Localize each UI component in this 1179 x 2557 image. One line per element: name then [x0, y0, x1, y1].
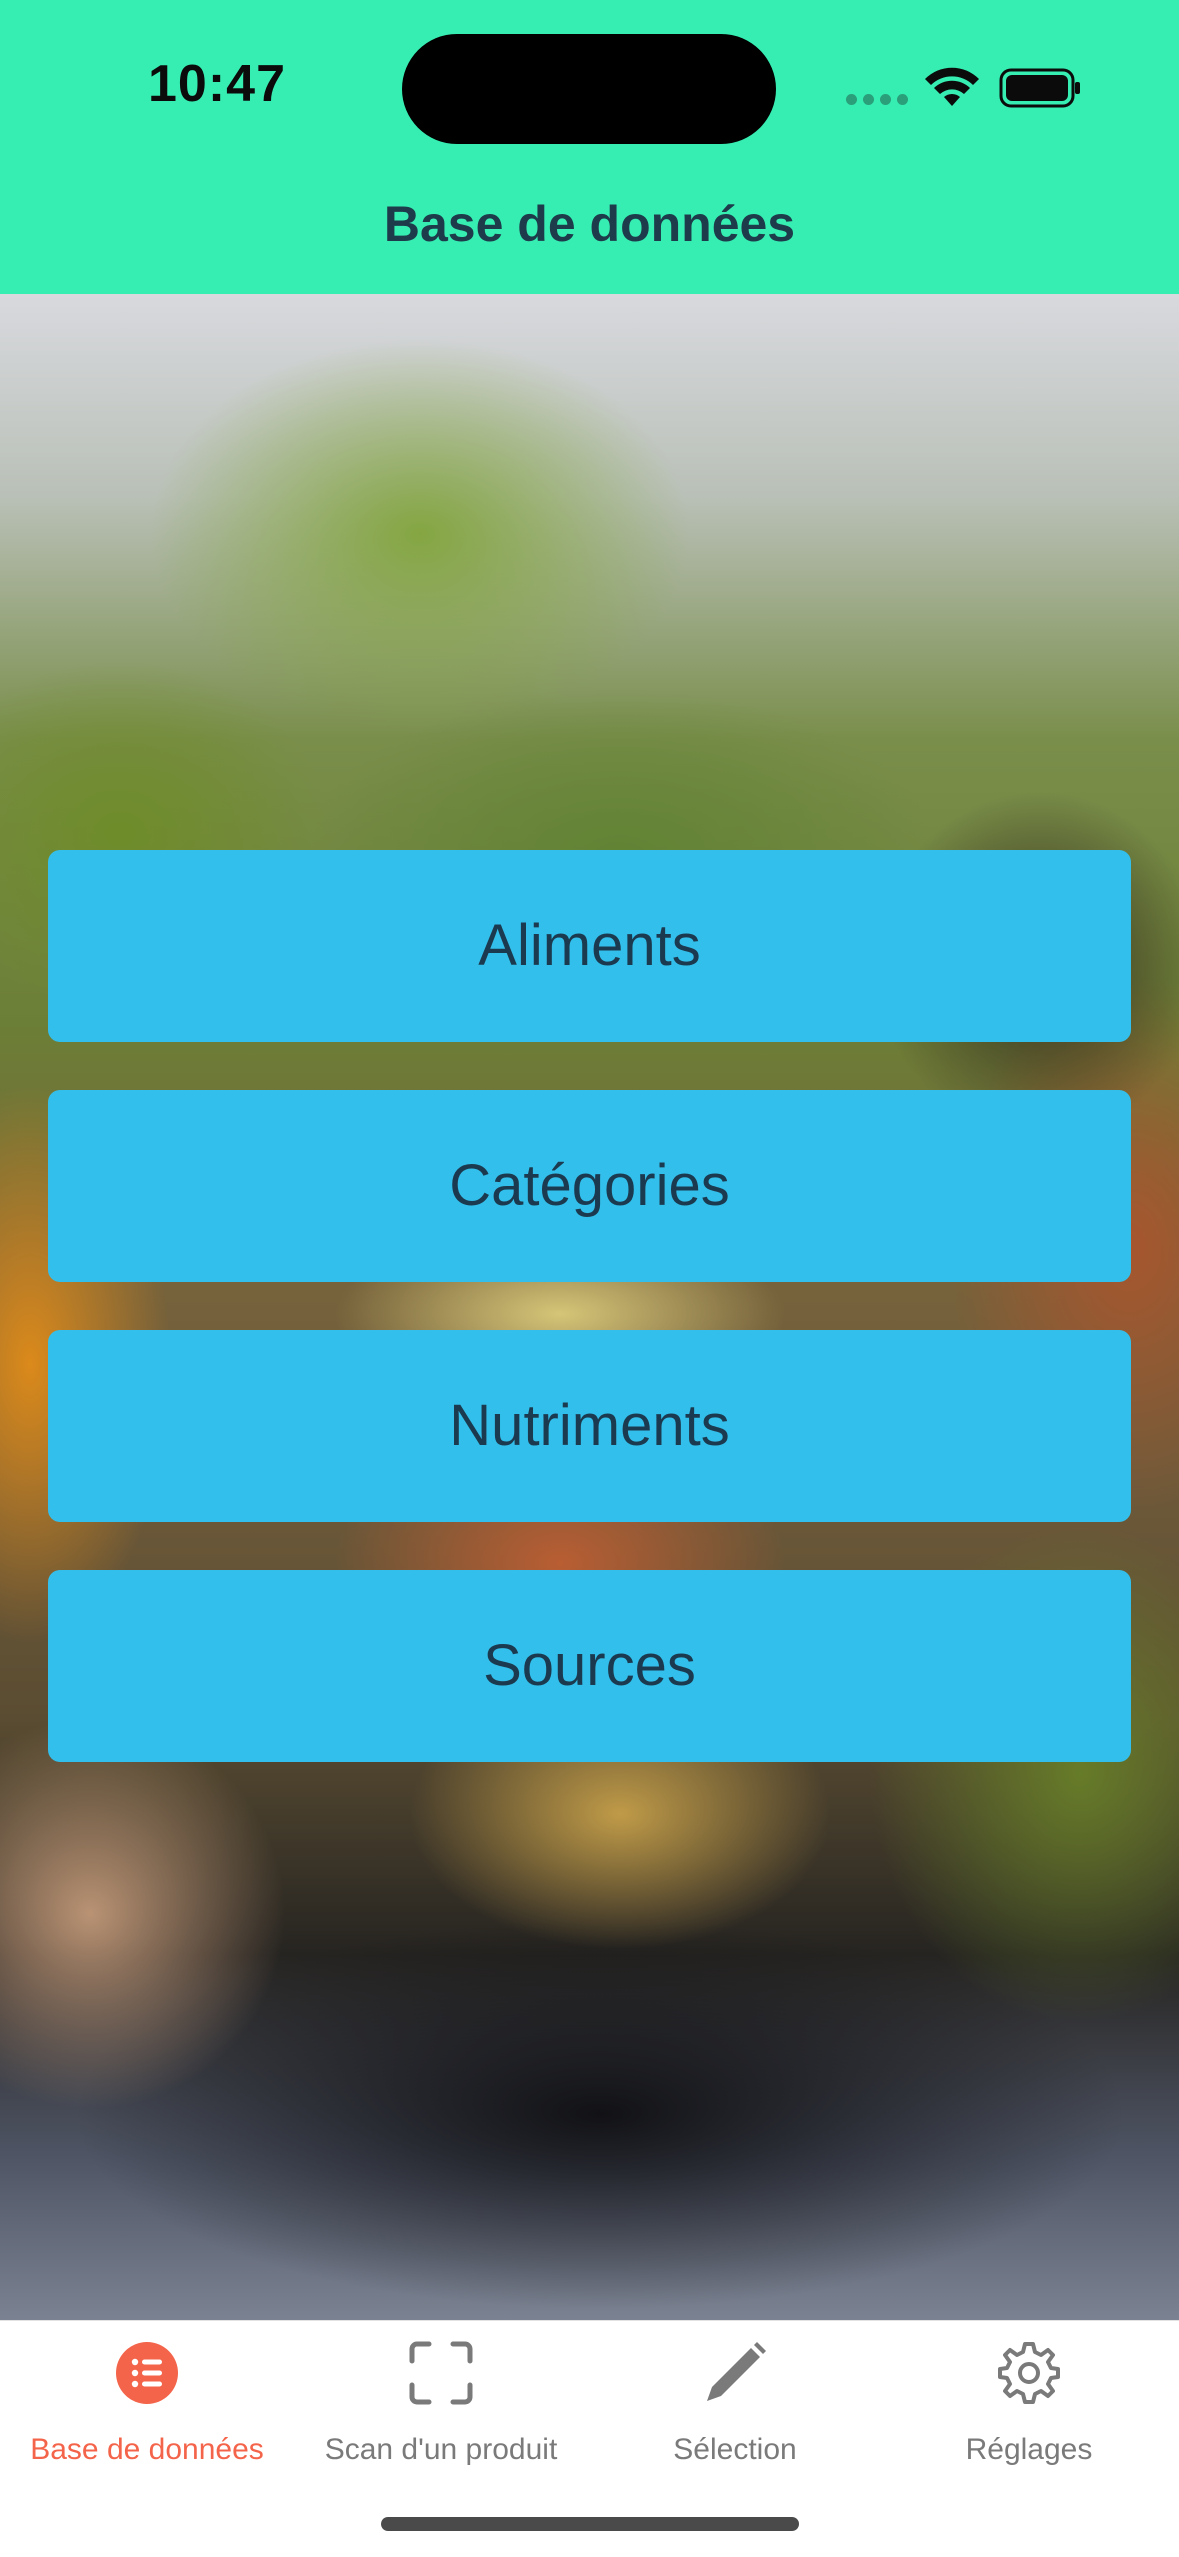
tab-label: Réglages — [965, 2433, 1093, 2466]
tab-scan[interactable]: Scan d'un produit — [294, 2321, 588, 2471]
tab-reglages[interactable]: Réglages — [882, 2321, 1176, 2471]
status-time: 10:47 — [148, 55, 286, 113]
nutriments-button[interactable]: Nutriments — [48, 1330, 1131, 1522]
tab-label: Scan d'un produit — [324, 2433, 558, 2466]
cellular-icon — [846, 94, 908, 105]
categories-button[interactable]: Catégories — [48, 1090, 1131, 1282]
page-title: Base de données — [383, 196, 796, 252]
tab-selection[interactable]: Sélection — [588, 2321, 882, 2471]
gear-icon — [998, 2342, 1060, 2404]
aliments-button[interactable]: Aliments — [48, 850, 1131, 1042]
tab-base-de-donnees[interactable]: Base de données — [0, 2321, 294, 2471]
tab-label: Base de données — [30, 2433, 264, 2466]
wifi-icon — [925, 67, 979, 106]
scan-icon — [409, 2341, 473, 2405]
sources-button[interactable]: Sources — [48, 1570, 1131, 1762]
dynamic-island — [402, 34, 776, 144]
battery-icon — [999, 68, 1080, 108]
home-indicator[interactable] — [381, 2517, 799, 2531]
database-menu: Aliments Catégories Nutriments Sources — [48, 850, 1131, 1810]
list-icon — [116, 2342, 178, 2404]
tab-label: Sélection — [673, 2433, 797, 2466]
navigation-header: 10:47 Base de données — [0, 0, 1179, 294]
pencil-icon — [707, 2342, 766, 2401]
